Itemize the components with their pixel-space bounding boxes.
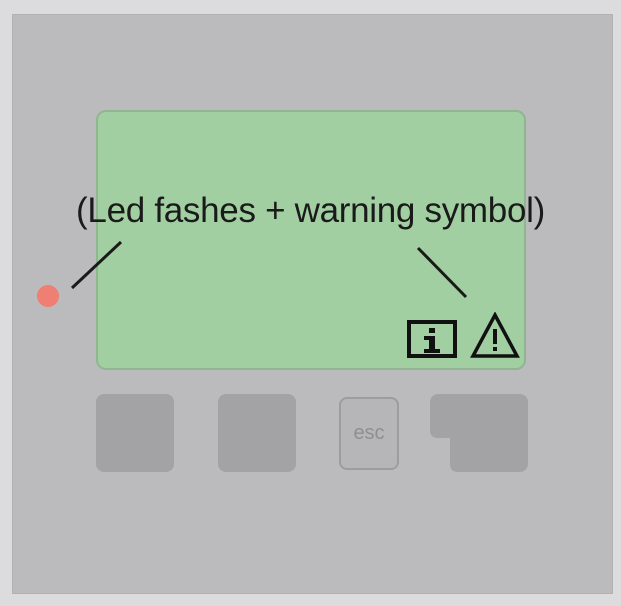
button-2[interactable] [218,394,296,472]
warning-icon [470,312,520,358]
status-led [37,285,59,307]
button-4[interactable] [430,394,528,472]
esc-button[interactable]: esc [339,397,399,470]
annotation-caption: (Led fashes + warning symbol) [76,191,545,230]
info-icon [407,320,457,358]
button-1[interactable] [96,394,174,472]
esc-button-label: esc [353,422,385,444]
lcd-display [96,110,526,370]
